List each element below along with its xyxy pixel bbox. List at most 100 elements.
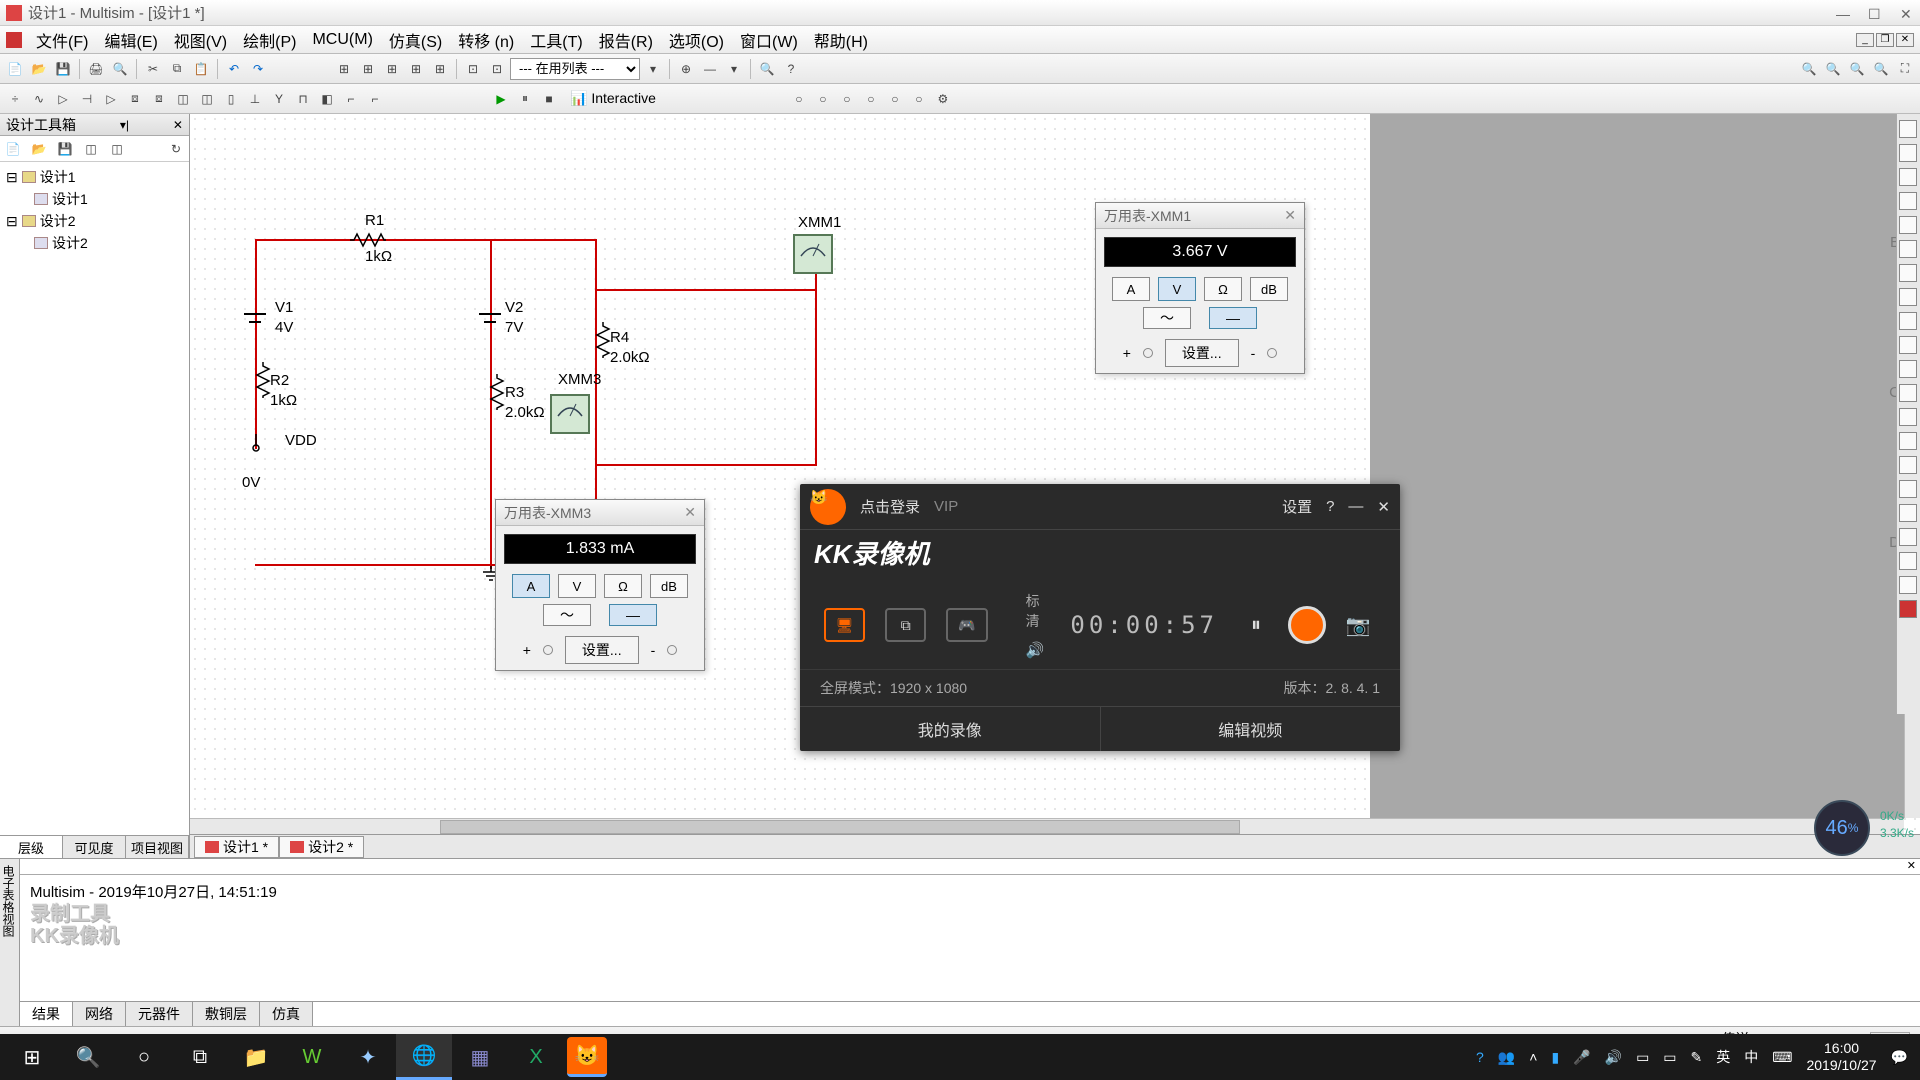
probe-7[interactable]: ⚙ (932, 88, 954, 110)
probe-5[interactable]: ○ (884, 88, 906, 110)
inst-3[interactable] (1899, 168, 1917, 186)
system-monitor-widget[interactable]: 46% (1814, 800, 1870, 856)
wire[interactable] (595, 464, 817, 466)
app1-icon[interactable]: W (284, 1034, 340, 1080)
comp-7[interactable]: ⊡ (486, 58, 508, 80)
comp-6[interactable]: ⊡ (462, 58, 484, 80)
doc-minimize[interactable]: _ (1856, 33, 1874, 47)
menu-transfer[interactable]: 转移 (n) (450, 24, 522, 56)
tray-battery-icon[interactable]: ▭ (1636, 1049, 1649, 1066)
app3-icon[interactable]: ▦ (452, 1034, 508, 1080)
taskview-button[interactable]: ⧉ (172, 1034, 228, 1080)
inst-6[interactable] (1899, 240, 1917, 258)
probe-2[interactable]: ○ (812, 88, 834, 110)
wire[interactable] (595, 289, 815, 291)
cortana-button[interactable]: ○ (116, 1034, 172, 1080)
menu-window[interactable]: 窗口(W) (732, 24, 806, 56)
log-tab-results[interactable]: 结果 (20, 1002, 73, 1026)
inst-15[interactable] (1899, 456, 1917, 474)
menu-options[interactable]: 选项(O) (661, 24, 732, 56)
tab-visibility[interactable]: 可见度 (63, 836, 126, 858)
v1-component[interactable] (238, 306, 272, 332)
help-button[interactable]: ? (780, 58, 802, 80)
inst-13[interactable] (1899, 408, 1917, 426)
tray-pen-icon[interactable]: ✎ (1691, 1049, 1703, 1066)
cmos-button[interactable]: ⧈ (148, 88, 170, 110)
inst-14[interactable] (1899, 432, 1917, 450)
tray-keyboard-icon[interactable]: ⌨ (1772, 1049, 1792, 1066)
save-button[interactable]: 💾 (52, 58, 74, 80)
inst-4[interactable] (1899, 192, 1917, 210)
kk-help-icon[interactable]: ? (1326, 498, 1334, 515)
start-button[interactable]: ⊞ (4, 1034, 60, 1080)
vdd-port[interactable] (246, 434, 266, 454)
misc-button[interactable]: ◫ (172, 88, 194, 110)
r1-component[interactable] (350, 233, 386, 245)
tray-help-icon[interactable]: ? (1476, 1049, 1484, 1065)
tab-project[interactable]: 项目视图 (126, 836, 189, 858)
mm1-settings-btn[interactable]: 设置... (1165, 339, 1239, 367)
adv-button[interactable]: ⊓ (292, 88, 314, 110)
mm1-dc[interactable]: — (1209, 307, 1257, 329)
kk-recorder-window[interactable]: 😺 点击登录 VIP 设置 ? — ✕ KK录像机 🖥 ⧉ 🎮 标清 (800, 484, 1400, 751)
tree-refresh[interactable]: ↻ (165, 138, 187, 160)
mm1-term-pos[interactable] (1143, 348, 1153, 358)
tree-t4[interactable]: ◫ (80, 138, 102, 160)
mm3-btn-a[interactable]: A (512, 574, 550, 598)
inst-11[interactable] (1899, 360, 1917, 378)
open-button[interactable]: 📂 (28, 58, 50, 80)
new-button[interactable]: 📄 (4, 58, 26, 80)
tree-node-design1[interactable]: ⊟设计1 (4, 166, 185, 188)
inst-1[interactable] (1899, 120, 1917, 138)
inst-12[interactable] (1899, 384, 1917, 402)
chrome-icon[interactable]: 🌐 (396, 1034, 452, 1080)
run-button[interactable]: ▶ (490, 88, 512, 110)
conn-button[interactable]: ⌐ (364, 88, 386, 110)
kk-minimize[interactable]: — (1348, 498, 1363, 515)
app2-icon[interactable]: ✦ (340, 1034, 396, 1080)
comp-8[interactable]: ▾ (642, 58, 664, 80)
canvas-hscroll[interactable] (190, 818, 1904, 834)
log-tab-components[interactable]: 元器件 (126, 1002, 193, 1026)
menu-help[interactable]: 帮助(H) (806, 24, 876, 56)
xmm1-instrument[interactable] (793, 234, 833, 274)
diode-button[interactable]: ▷ (52, 88, 74, 110)
minimize-button[interactable]: — (1836, 6, 1850, 20)
kk-close[interactable]: ✕ (1377, 498, 1390, 516)
probe-1[interactable]: ○ (788, 88, 810, 110)
inst-7[interactable] (1899, 264, 1917, 282)
kk-volume-icon[interactable]: 🔊 (1026, 641, 1051, 659)
tree-new[interactable]: 📄 (2, 138, 24, 160)
multimeter-xmm1-panel[interactable]: 万用表-XMM1 ✕ 3.667 V A V Ω dB 〜 — + 设置. (1095, 202, 1305, 374)
preview-button[interactable]: 🔍 (109, 58, 131, 80)
doc-close[interactable]: ✕ (1896, 33, 1914, 47)
r4-component[interactable] (598, 322, 610, 358)
tray-mic-icon[interactable]: 🎤 (1573, 1049, 1590, 1066)
inst-8[interactable] (1899, 288, 1917, 306)
menu-simulate[interactable]: 仿真(S) (381, 24, 450, 56)
r3-component[interactable] (492, 374, 504, 410)
explorer-icon[interactable]: 📁 (228, 1034, 284, 1080)
mm3-ac[interactable]: 〜 (543, 604, 591, 626)
multimeter-xmm3-panel[interactable]: 万用表-XMM3 ✕ 1.833 mA A V Ω dB 〜 — + 设置 (495, 499, 705, 671)
v2-component[interactable] (473, 306, 507, 332)
inst-21[interactable] (1899, 600, 1917, 618)
src-button[interactable]: ÷ (4, 88, 26, 110)
mm1-btn-ohm[interactable]: Ω (1204, 277, 1242, 301)
em-button[interactable]: ⌐ (340, 88, 362, 110)
xmm3-instrument[interactable] (550, 394, 590, 434)
close-button[interactable]: ✕ (1900, 6, 1914, 20)
rf-button[interactable]: ◧ (316, 88, 338, 110)
kk-mode-screen[interactable]: 🖥 (824, 608, 865, 642)
maximize-button[interactable]: ☐ (1868, 6, 1882, 20)
wire[interactable] (255, 239, 257, 449)
comp-11[interactable]: ▾ (723, 58, 745, 80)
panel-pin[interactable]: ▾| (120, 118, 129, 132)
mm1-titlebar[interactable]: 万用表-XMM1 ✕ (1096, 203, 1304, 229)
basic-button[interactable]: ∿ (28, 88, 50, 110)
mm3-btn-db[interactable]: dB (650, 574, 688, 598)
log-tab-copper[interactable]: 敷铜层 (193, 1002, 260, 1026)
inst-16[interactable] (1899, 480, 1917, 498)
comp-4[interactable]: ⊞ (405, 58, 427, 80)
mm3-term-neg[interactable] (667, 645, 677, 655)
